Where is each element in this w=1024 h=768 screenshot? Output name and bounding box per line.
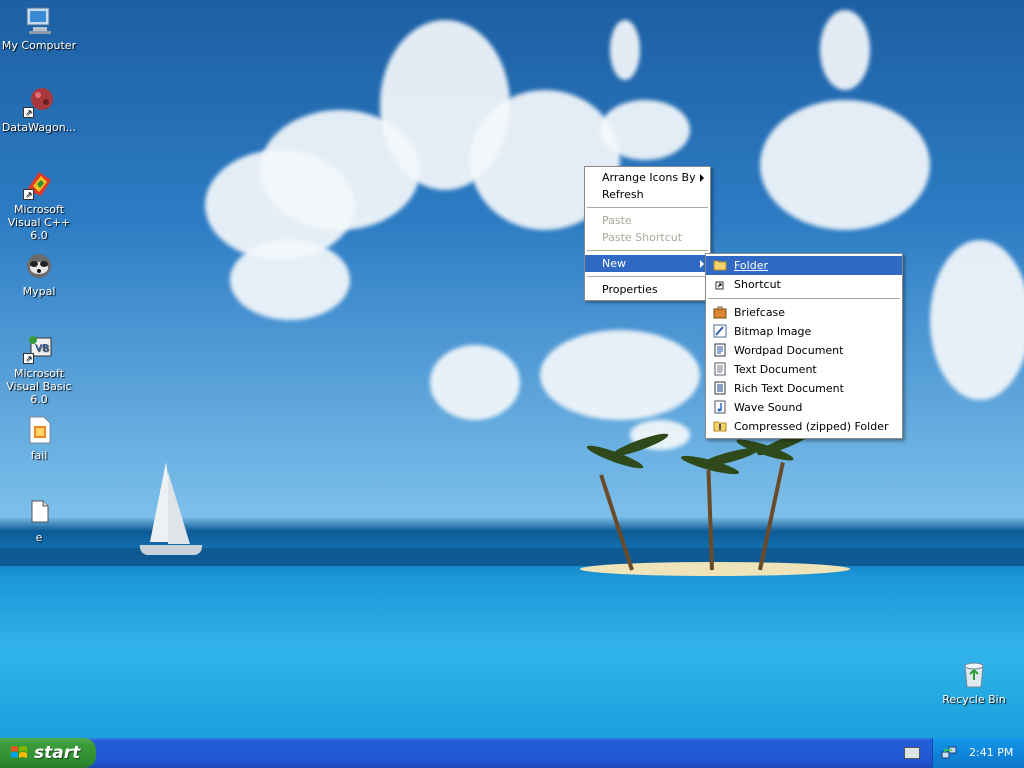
menu-separator <box>587 250 708 251</box>
desktop-icon-mypal[interactable]: Mypal <box>0 250 78 298</box>
submenu-item-label: Compressed (zipped) Folder <box>734 420 889 433</box>
shortcut-arrow-icon: ↗ <box>23 107 34 118</box>
menu-item-paste: Paste <box>585 212 710 229</box>
bitmap-icon <box>713 324 727 338</box>
desktop-icon-visual-cpp[interactable]: ↗ Microsoft Visual C++ 6.0 <box>0 168 78 242</box>
taskbar: start 2:41 PM <box>0 738 1024 768</box>
briefcase-icon <box>713 306 727 319</box>
clock[interactable]: 2:41 PM <box>969 738 1013 768</box>
cloud <box>600 100 690 160</box>
desktop-context-menu: Arrange Icons By Refresh Paste Paste Sho… <box>584 166 711 301</box>
cloud <box>610 20 640 80</box>
submenu-item-label: Rich Text Document <box>734 382 844 395</box>
submenu-item-label: Wordpad Document <box>734 344 844 357</box>
menu-item-arrange-icons-by[interactable]: Arrange Icons By <box>585 169 710 186</box>
new-submenu: Folder Shortcut Briefcase Bitmap Image W… <box>705 253 903 439</box>
submenu-item-label: Bitmap Image <box>734 325 812 338</box>
submenu-item-wave-sound[interactable]: Wave Sound <box>706 398 902 417</box>
zip-folder-icon <box>713 421 727 432</box>
computer-icon <box>23 4 55 36</box>
file-icon <box>23 414 55 446</box>
menu-item-label: Refresh <box>602 188 644 201</box>
submenu-arrow-icon <box>700 174 704 182</box>
text-document-icon <box>714 362 726 376</box>
menu-item-label: Arrange Icons By <box>602 171 696 184</box>
menu-item-label: Paste Shortcut <box>602 231 683 244</box>
start-label: start <box>34 743 81 763</box>
submenu-item-shortcut[interactable]: Shortcut <box>706 275 902 294</box>
submenu-arrow-icon <box>700 260 704 268</box>
menu-item-properties[interactable]: Properties <box>585 281 710 298</box>
shortcut-icon <box>715 281 724 290</box>
folder-icon <box>713 260 727 271</box>
desktop-icon-recycle-bin[interactable]: Recycle Bin <box>935 658 1013 706</box>
shortcut-arrow-icon: ↗ <box>23 189 34 200</box>
svg-text:VB: VB <box>35 343 49 354</box>
menu-separator <box>587 276 708 277</box>
submenu-item-briefcase[interactable]: Briefcase <box>706 303 902 322</box>
desktop-icon-label: Mypal <box>22 285 56 298</box>
submenu-item-rich-text-document[interactable]: Rich Text Document <box>706 379 902 398</box>
island <box>580 562 850 576</box>
cloud <box>540 330 700 420</box>
cloud <box>760 100 930 230</box>
submenu-item-bitmap-image[interactable]: Bitmap Image <box>706 322 902 341</box>
keyboard-icon[interactable] <box>904 747 920 759</box>
menu-item-label: Properties <box>602 283 658 296</box>
cloud <box>230 240 350 320</box>
submenu-item-compressed-folder[interactable]: Compressed (zipped) Folder <box>706 417 902 436</box>
sailboat-hull <box>140 545 202 555</box>
menu-item-refresh[interactable]: Refresh <box>585 186 710 203</box>
menu-item-new[interactable]: New <box>585 255 710 272</box>
submenu-item-label: Text Document <box>734 363 817 376</box>
desktop-icon-label: e <box>35 531 43 544</box>
sailboat-sail <box>168 472 190 544</box>
menu-item-paste-shortcut: Paste Shortcut <box>585 229 710 246</box>
wave-sound-icon <box>714 400 726 414</box>
submenu-item-label: Briefcase <box>734 306 786 319</box>
blank-file-icon <box>23 496 55 528</box>
desktop-icon-label: Microsoft Visual C++ 6.0 <box>7 203 71 242</box>
submenu-item-label: Folder <box>734 259 768 272</box>
cloud <box>430 345 520 420</box>
mypal-icon <box>23 250 55 282</box>
recycle-bin-icon <box>958 658 990 690</box>
rich-text-icon <box>714 381 726 395</box>
desktop-icon-label: My Computer <box>1 39 77 52</box>
submenu-item-text-document[interactable]: Text Document <box>706 360 902 379</box>
start-button[interactable]: start <box>0 738 96 768</box>
submenu-item-folder[interactable]: Folder <box>706 256 902 275</box>
submenu-item-label: Shortcut <box>734 278 781 291</box>
desktop-icon-label: fail <box>30 449 48 462</box>
desktop-icon-datawagon[interactable]: ↗ DataWagon... <box>0 86 78 134</box>
cloud <box>930 240 1024 400</box>
submenu-item-wordpad-document[interactable]: Wordpad Document <box>706 341 902 360</box>
desktop-icon-e[interactable]: e <box>0 496 78 544</box>
desktop-icon-label: DataWagon... <box>1 121 77 134</box>
cloud <box>820 10 870 90</box>
menu-item-label: Paste <box>602 214 632 227</box>
system-tray: 2:41 PM <box>932 738 1024 768</box>
visual-cpp-icon: ↗ <box>23 168 55 200</box>
windows-logo-icon <box>11 746 27 758</box>
menu-item-label: New <box>602 257 626 270</box>
desktop-icon-label: Microsoft Visual Basic 6.0 <box>6 367 72 406</box>
visual-basic-icon: VB ↗ <box>23 332 55 364</box>
desktop-icon-visual-basic[interactable]: VB ↗ Microsoft Visual Basic 6.0 <box>0 332 78 406</box>
shortcut-arrow-icon: ↗ <box>23 353 34 364</box>
datawagon-icon: ↗ <box>23 86 55 118</box>
desktop-icon-label: Recycle Bin <box>942 693 1006 706</box>
submenu-item-label: Wave Sound <box>734 401 803 414</box>
menu-separator <box>708 298 900 299</box>
wordpad-icon <box>714 343 726 357</box>
menu-separator <box>587 207 708 208</box>
network-icon[interactable] <box>941 745 957 761</box>
desktop-icon-my-computer[interactable]: My Computer <box>0 4 78 52</box>
desktop-icon-fail[interactable]: fail <box>0 414 78 462</box>
